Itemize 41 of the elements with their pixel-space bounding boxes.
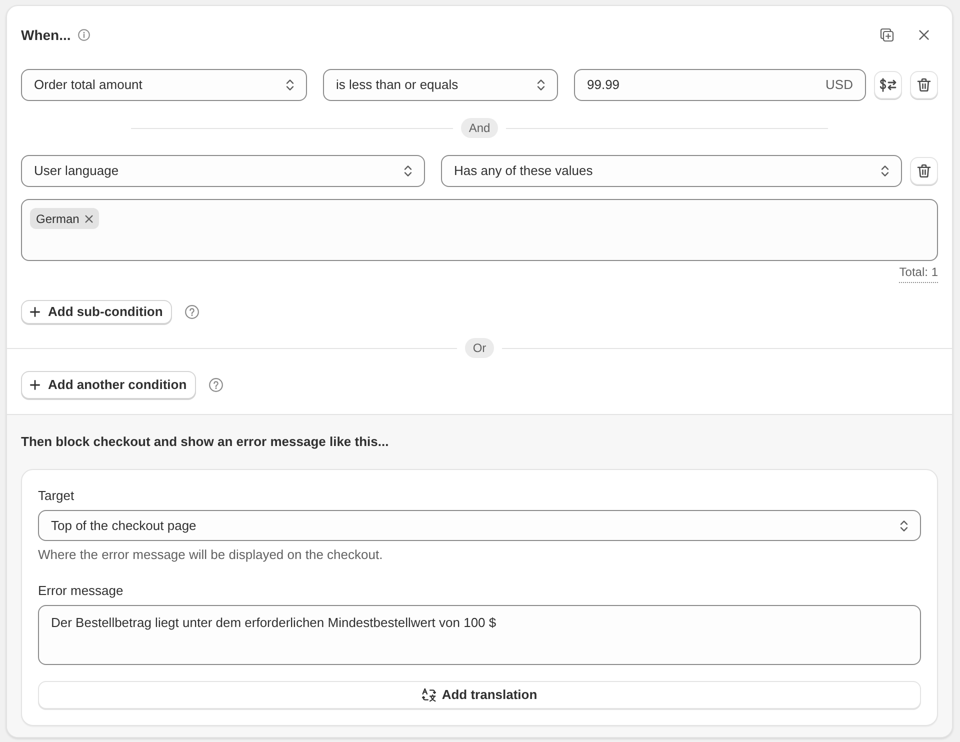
info-icon: [78, 29, 90, 41]
trash-icon: [917, 164, 931, 178]
chevron-up-down-icon: [286, 79, 294, 91]
delete-button[interactable]: [910, 157, 938, 185]
help-icon: [184, 305, 199, 319]
currency-label: USD: [826, 76, 853, 94]
chevron-up-down-icon: [900, 520, 908, 532]
chevron-up-down-icon: [404, 165, 412, 177]
help-icon: [208, 378, 223, 392]
field-label: Error message: [38, 582, 124, 600]
values-field[interactable]: German: [21, 199, 938, 261]
section-title: When...: [21, 26, 71, 44]
plus-icon: [30, 380, 40, 390]
operator-select[interactable]: Has any of these values: [441, 155, 902, 187]
target-select[interactable]: Top of the checkout page: [38, 510, 921, 541]
currency-swap-button[interactable]: [874, 71, 902, 99]
value-tag[interactable]: German: [30, 208, 100, 229]
chevron-up-down-icon: [537, 79, 545, 91]
plus-icon: [30, 307, 40, 317]
total-count[interactable]: Total: 1: [899, 264, 938, 283]
close-icon: [919, 30, 929, 40]
field-select[interactable]: User language: [21, 155, 425, 187]
field-select[interactable]: Order total amount: [21, 69, 307, 101]
help-text: Where the error message will be displayed on the checkout.: [38, 546, 383, 564]
condition-separator-label: Or: [464, 338, 494, 358]
error-message-field[interactable]: Der Bestellbetrag liegt unter dem erforderlichen Mindestbestellwert von 100 $: [38, 605, 921, 665]
add-translation-button[interactable]: Add translation: [38, 681, 921, 709]
trash-icon: [917, 78, 931, 92]
operator-select[interactable]: is less than or equals: [323, 69, 558, 101]
translate-icon: [422, 688, 436, 702]
chevron-up-down-icon: [881, 165, 889, 177]
add-condition-button[interactable]: Add another condition: [21, 371, 196, 399]
delete-button[interactable]: [910, 71, 938, 99]
dollar-arrows-icon: [879, 78, 897, 92]
add-sub-condition-button[interactable]: Add sub-condition: [21, 300, 172, 324]
field-label: Target: [38, 487, 74, 505]
duplicate-icon: [880, 28, 894, 42]
connector-label: And: [460, 118, 498, 138]
amount-field[interactable]: 99.99 USD: [574, 69, 866, 101]
remove-icon: [85, 214, 94, 222]
section-title: Then block checkout and show an error message like this...: [21, 433, 390, 451]
